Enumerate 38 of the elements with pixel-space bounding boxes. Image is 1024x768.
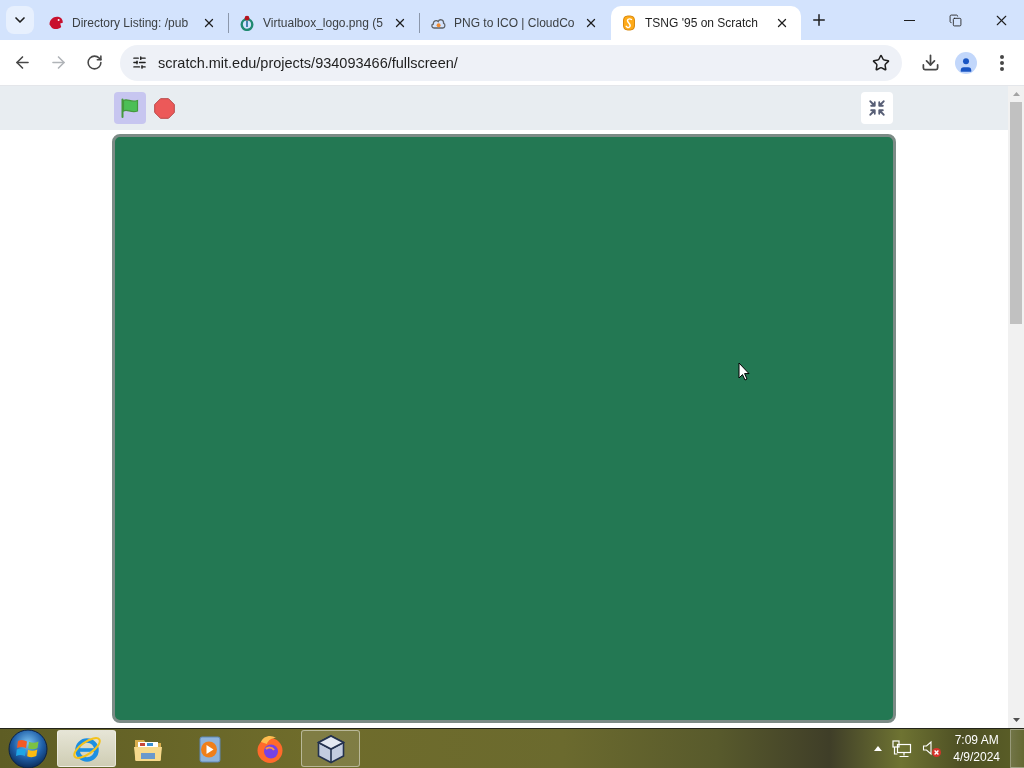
squiggle-logo-icon (621, 15, 637, 31)
animal-head-icon (48, 15, 64, 31)
close-icon (202, 16, 216, 30)
tab-list-button[interactable] (6, 6, 34, 34)
flag-icon (119, 97, 141, 119)
taskbar-date: 4/9/2024 (953, 748, 1000, 766)
ring-logo-icon (239, 15, 255, 31)
browser-tab[interactable]: TSNG '95 on Scratch (611, 6, 801, 40)
minimize-icon (903, 19, 915, 21)
close-icon (584, 16, 598, 30)
more-icon (1000, 54, 1004, 71)
browser-tab[interactable]: Virtualbox_logo.png (5 (229, 6, 419, 40)
reload-icon (85, 54, 103, 71)
cube-icon (314, 732, 347, 765)
browser-tab[interactable]: Directory Listing: /pub (38, 6, 228, 40)
shrink-arrows-icon (868, 99, 886, 117)
close-icon (775, 16, 789, 30)
sliders-icon (131, 55, 147, 70)
address-field[interactable]: scratch.mit.edu/projects/934093466/fullscreen/ (120, 44, 902, 81)
taskbar-button[interactable] (301, 730, 360, 767)
scrollbar-thumb[interactable] (1010, 102, 1022, 324)
close-icon (393, 16, 407, 30)
network-icon[interactable] (892, 739, 913, 758)
exit-fullscreen-button[interactable] (861, 92, 893, 124)
windows-logo-icon (8, 728, 48, 768)
person-icon (955, 51, 977, 74)
browser-tab[interactable]: PNG to ICO | CloudCo (420, 6, 610, 40)
plus-icon (810, 11, 828, 29)
mouse-pointer-icon (738, 362, 750, 381)
scrollbar[interactable] (1008, 86, 1024, 728)
restore-icon (948, 13, 962, 27)
star-icon (872, 53, 890, 72)
triangle-up-icon (874, 746, 883, 751)
volume-icon[interactable] (922, 739, 943, 758)
taskbar-time: 7:09 AM (954, 731, 999, 749)
scroll-down-icon[interactable] (1012, 718, 1020, 722)
download-icon (920, 53, 940, 72)
octagon-icon (153, 97, 175, 119)
